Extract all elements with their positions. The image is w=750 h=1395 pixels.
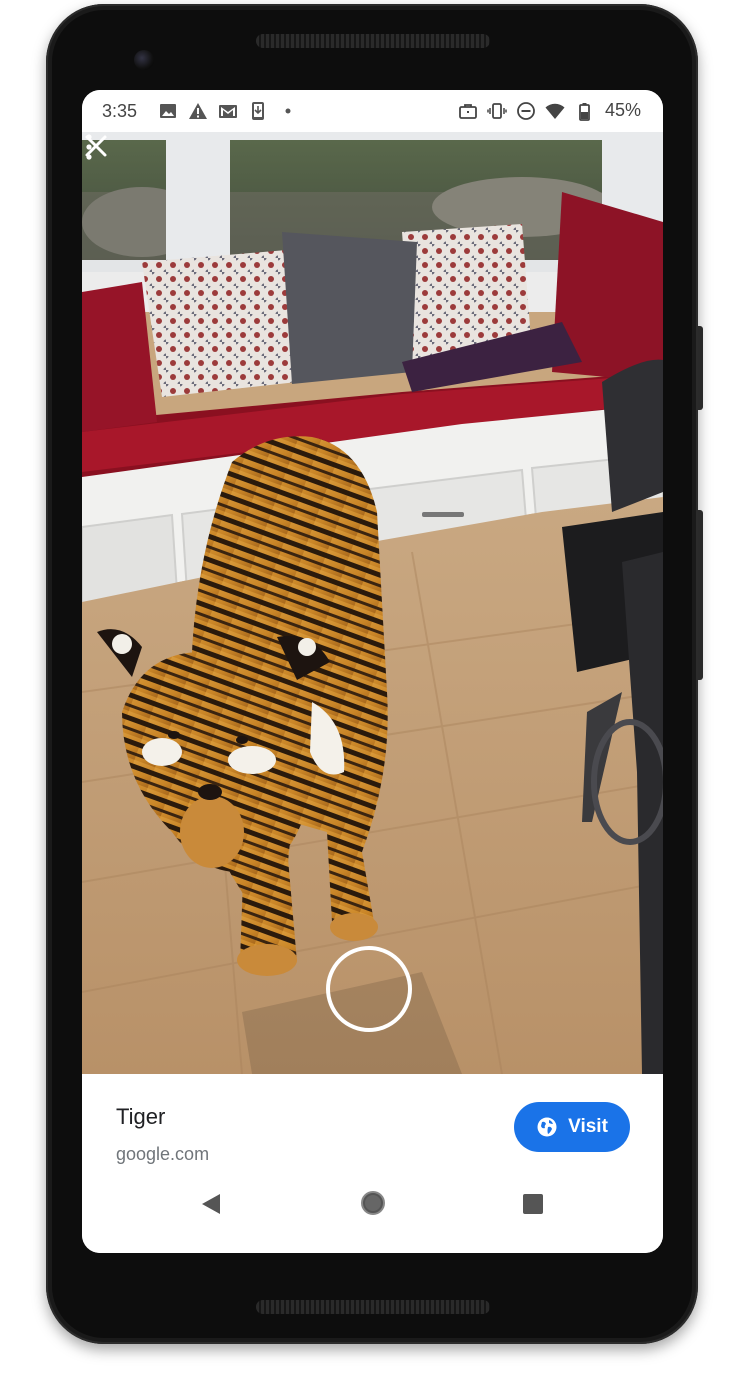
dot-icon (285, 108, 291, 114)
wifi-icon (545, 103, 565, 119)
vibrate-icon (487, 102, 507, 119)
front-camera (134, 50, 154, 70)
placement-ring[interactable] (326, 946, 412, 1032)
notification-icons (158, 101, 298, 121)
warning-icon (189, 103, 207, 119)
android-nav-bar (82, 1178, 663, 1238)
result-title: Tiger (116, 1104, 166, 1129)
ar-camera-view[interactable] (82, 132, 663, 1074)
visit-button[interactable]: Visit (514, 1102, 630, 1152)
battery-icon (579, 102, 590, 121)
status-time: 3:35 (102, 101, 138, 121)
visit-label: Visit (568, 1116, 608, 1137)
home-icon[interactable] (360, 1190, 386, 1216)
result-source[interactable]: google.com (116, 1144, 209, 1165)
ar-scene (82, 132, 663, 1074)
status-bar: 3:35 45% (82, 90, 663, 132)
gmail-icon (219, 105, 237, 118)
system-icons: 45% (458, 100, 641, 121)
top-speaker (256, 34, 490, 48)
image-icon (160, 104, 176, 118)
bottom-speaker (256, 1300, 490, 1314)
power-button (698, 326, 703, 410)
briefcase-icon (459, 103, 477, 119)
result-sheet: Tiger google.com Visit (82, 1074, 663, 1253)
screen: 3:35 45% Tiger google.com Visit (82, 90, 663, 1253)
recents-icon[interactable] (522, 1193, 544, 1215)
globe-icon (537, 1117, 557, 1137)
overflow-menu-icon[interactable] (82, 132, 96, 162)
do-not-disturb-icon (517, 101, 535, 120)
battery-percent: 45% (604, 100, 641, 120)
volume-button (698, 510, 703, 680)
download-icon (252, 102, 264, 120)
back-icon[interactable] (200, 1192, 222, 1216)
